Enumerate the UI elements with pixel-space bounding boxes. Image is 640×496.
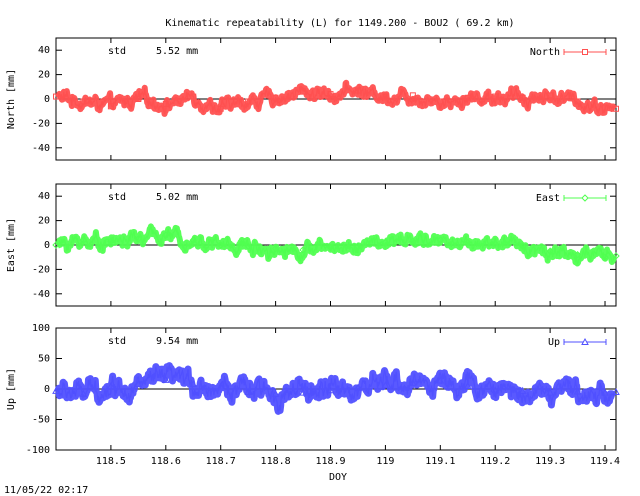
- legend-marker: [581, 194, 589, 202]
- y-tick-label: 20: [38, 70, 50, 81]
- std-label: std: [108, 192, 126, 203]
- x-tick-label: 119.1: [425, 456, 455, 467]
- x-tick-label: 118.8: [261, 456, 291, 467]
- std-value: 9.54 mm: [156, 336, 198, 347]
- x-tick-label: 119.4: [590, 456, 620, 467]
- y-tick-label: 20: [38, 216, 50, 227]
- x-tick-label: 118.6: [151, 456, 181, 467]
- legend-label: Up: [548, 337, 560, 348]
- y-tick-label: 0: [44, 94, 50, 105]
- y-tick-label: -50: [32, 415, 50, 426]
- y-tick-label: 0: [44, 240, 50, 251]
- chart-title: Kinematic repeatability (L) for 1149.200…: [165, 18, 514, 29]
- timestamp: 11/05/22 02:17: [4, 485, 88, 496]
- y-axis-label: East [mm]: [6, 218, 17, 272]
- legend-label: East: [536, 193, 560, 204]
- panel-east: 40 20 0 -20 -40 East [mm] std 5.02 mm East: [6, 183, 620, 307]
- panel-north: 40 20 0 -20 -40 North [mm] std 5.52 mm North: [6, 37, 619, 161]
- y-tick-label: -40: [32, 143, 50, 154]
- kinematic-repeatability-chart: Kinematic repeatability (L) for 1149.200…: [4, 18, 620, 496]
- y-tick-label: -20: [32, 264, 50, 275]
- y-tick-label: -40: [32, 289, 50, 300]
- y-tick-label: 0: [44, 384, 50, 395]
- std-label: std: [108, 336, 126, 347]
- x-tick-label: 118.9: [315, 456, 345, 467]
- y-axis-label: Up [mm]: [6, 368, 17, 410]
- x-tick-label: 119.3: [535, 456, 565, 467]
- panel-up: 100 50 0 -50 -100 118.5 118.6 118.7 118.8 118.9 11…: [6, 323, 620, 467]
- x-axis-label: DOY: [329, 472, 347, 483]
- legend-marker: [582, 49, 588, 55]
- x-tick-label: 118.7: [206, 456, 236, 467]
- x-tick-label: 119.2: [480, 456, 510, 467]
- x-tick-label: 118.5: [96, 456, 126, 467]
- y-tick-label: -100: [26, 445, 50, 456]
- y-tick-label: -20: [32, 118, 50, 129]
- y-tick-label: 40: [38, 191, 50, 202]
- std-label: std: [108, 46, 126, 57]
- legend-label: North: [530, 47, 560, 58]
- y-tick-label: 50: [38, 354, 50, 365]
- y-axis-label: North [mm]: [6, 69, 17, 129]
- y-tick-label: 100: [32, 323, 50, 334]
- std-value: 5.02 mm: [156, 192, 198, 203]
- x-tick-label: 119: [376, 456, 394, 467]
- y-tick-label: 40: [38, 45, 50, 56]
- std-value: 5.52 mm: [156, 46, 198, 57]
- panels-group: 40 20 0 -20 -40 North [mm] std 5.52 mm North 40 20…: [6, 37, 620, 467]
